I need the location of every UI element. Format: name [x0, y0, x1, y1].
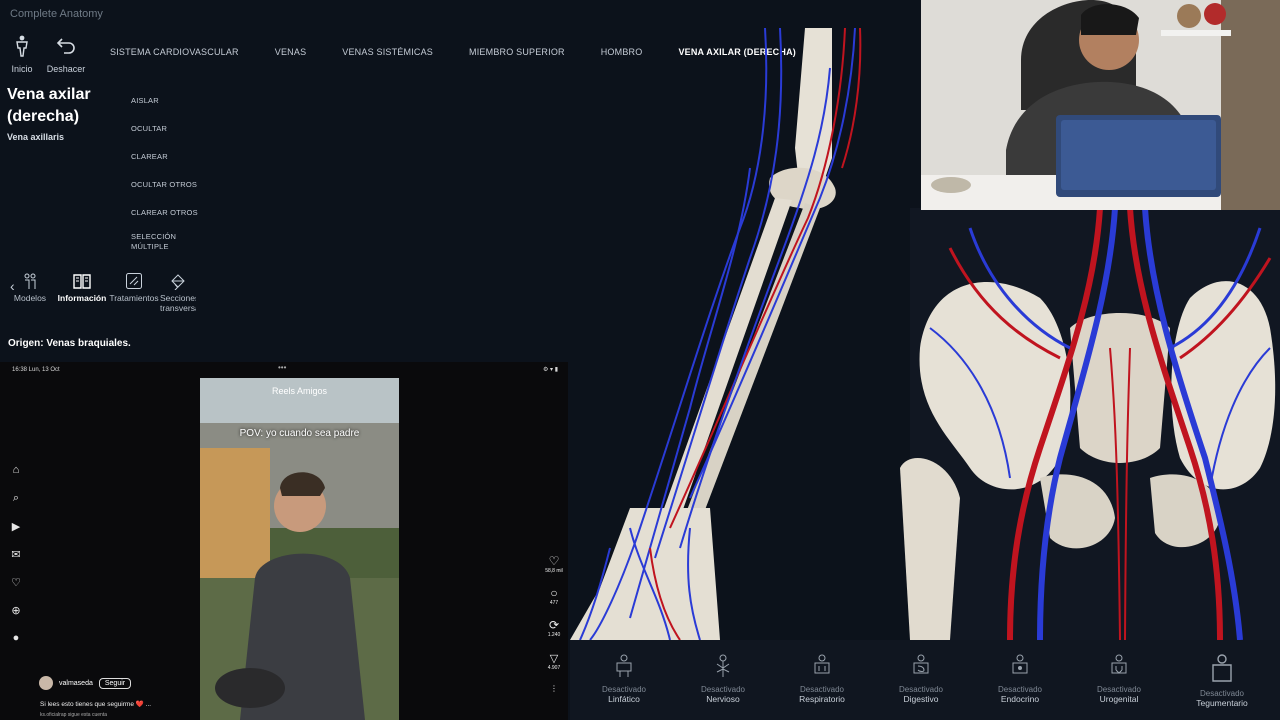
isolate-action[interactable]: AISLAR	[131, 96, 159, 105]
digestive-icon	[913, 654, 929, 674]
avatar[interactable]	[39, 676, 53, 690]
undo-button[interactable]: Deshacer	[41, 34, 91, 74]
home-label: Inicio	[11, 64, 33, 74]
undo-label: Deshacer	[46, 64, 86, 74]
endocrine-icon	[1012, 654, 1028, 674]
structure-latin-name: Vena axillaris	[7, 132, 65, 142]
system-nervous[interactable]: Desactivado Nervioso	[683, 654, 763, 704]
comment-icon: ○	[550, 586, 558, 600]
search-nav-icon[interactable]: ⌕	[8, 492, 24, 508]
repost-icon: ⟳	[548, 618, 560, 632]
respiratory-icon	[814, 654, 830, 674]
reel-follower-note: ks.oficialrap sigue esta cuenta	[40, 712, 107, 718]
fade-action[interactable]: CLAREAR	[131, 152, 168, 161]
phone-more-dots-icon[interactable]: •••	[278, 363, 286, 372]
system-endocrine[interactable]: Desactivado Endocrino	[980, 654, 1060, 704]
system-name: Respiratorio	[799, 694, 845, 704]
comments-count: 477	[549, 600, 559, 606]
reel-caption: POV: yo cuando sea padre	[239, 428, 360, 439]
tab-information[interactable]: Información	[56, 272, 108, 303]
system-name: Digestivo	[903, 694, 939, 704]
home-button[interactable]: Inicio	[0, 34, 47, 74]
lymphatic-icon	[616, 654, 632, 677]
like-button[interactable]: ♡ 58,8 mil	[543, 554, 565, 574]
tab-models[interactable]: Modelos	[12, 272, 48, 303]
heart-icon: ♡	[548, 554, 560, 568]
shares-count: 4.907	[547, 665, 561, 671]
likes-count: 58,8 mil	[545, 568, 563, 574]
system-name: Linfático	[608, 694, 640, 704]
tabs-next-chevron-icon[interactable]: ›	[174, 278, 179, 294]
breadcrumb-veins[interactable]: VENAS	[275, 47, 307, 57]
system-state: Desactivado	[1199, 689, 1245, 698]
right-ilium-bone	[1171, 281, 1276, 490]
tab-treatments[interactable]: Tratamientos	[108, 272, 160, 303]
home-nav-icon[interactable]: ⌂	[8, 464, 24, 480]
phone-screen-mirror: 16:38 Lun, 13 Oct ••• ⚙ ▾ ▮ ⌂ ⌕ ▶ ✉ ♡ ⊕ …	[0, 362, 568, 720]
system-digestive[interactable]: Desactivado Digestivo	[881, 654, 961, 704]
system-lymphatic[interactable]: Desactivado Linfático	[584, 654, 664, 704]
breadcrumb-upper-limb[interactable]: MIEMBRO SUPERIOR	[469, 47, 565, 57]
reel-username[interactable]: valmaseda	[59, 680, 93, 687]
fade-others-action[interactable]: CLAREAR OTROS	[131, 208, 198, 217]
reel-video[interactable]: Reels Amigos POV: yo cuando sea padre	[200, 378, 399, 720]
system-name: Urogenital	[1099, 694, 1139, 704]
system-state: Desactivado	[601, 685, 647, 694]
send-icon: ▽	[549, 653, 559, 665]
book-icon	[73, 274, 91, 289]
system-integumentary[interactable]: Desactivado Tegumentario	[1182, 654, 1262, 708]
undo-icon	[56, 38, 75, 54]
tab-models-label: Modelos	[13, 293, 47, 303]
share-button[interactable]: ▽ 4.907	[543, 652, 565, 671]
hide-others-action[interactable]: OCULTAR OTROS	[131, 180, 197, 189]
create-nav-icon[interactable]: ⊕	[8, 604, 24, 620]
human-figure-icon	[16, 35, 28, 57]
nervous-icon	[716, 654, 730, 677]
comment-button[interactable]: ○ 477	[543, 586, 565, 606]
system-name: Nervioso	[706, 694, 740, 704]
repost-button[interactable]: ⟳ 1.240	[543, 618, 565, 638]
system-name: Endocrino	[1000, 694, 1040, 704]
tab-treatments-label: Tratamientos	[109, 293, 159, 303]
webcam-overlay	[921, 0, 1280, 210]
reel-user-row: valmaseda Seguir	[39, 676, 132, 690]
urogenital-icon	[1111, 654, 1127, 674]
reel-description[interactable]: Si lees esto tienes que seguirme ❤️ ...	[40, 700, 151, 708]
system-state: Desactivado	[997, 685, 1043, 694]
left-femur-bone	[900, 458, 960, 640]
structure-origin: Origen: Venas braquiales.	[8, 338, 131, 349]
phone-status-icons: ⚙ ▾ ▮	[542, 367, 558, 373]
system-state: Desactivado	[799, 685, 845, 694]
hide-action[interactable]: OCULTAR	[131, 124, 167, 133]
phone-status-time: 16:38 Lun, 13 Oct	[12, 367, 60, 373]
reposts-count: 1.240	[547, 632, 561, 638]
messages-nav-icon[interactable]: ✉	[8, 548, 24, 564]
tab-information-label: Información	[57, 293, 107, 303]
webcam-person	[921, 0, 1280, 210]
models-icon	[24, 273, 36, 289]
heart-nav-icon[interactable]: ♡	[8, 576, 24, 592]
hand-bones	[570, 508, 720, 640]
reels-nav-icon[interactable]: ▶	[8, 520, 24, 536]
system-respiratory[interactable]: Desactivado Respiratorio	[782, 654, 862, 704]
system-state: Desactivado	[700, 685, 746, 694]
follow-button[interactable]: Seguir	[98, 677, 132, 689]
system-urogenital[interactable]: Desactivado Urogenital	[1079, 654, 1159, 704]
profile-nav-icon[interactable]: ●	[8, 632, 24, 648]
system-state: Desactivado	[898, 685, 944, 694]
treatment-icon	[126, 273, 142, 289]
structure-title: Vena axilar (derecha)	[7, 86, 91, 125]
multi-select-action[interactable]: SELECCIÓN MÚLTIPLE	[131, 232, 181, 252]
integumentary-icon	[1212, 654, 1232, 682]
ulna-bone	[662, 198, 792, 518]
breadcrumb-cardiovascular[interactable]: SISTEMA CARDIOVASCULAR	[110, 47, 239, 57]
app-title: Complete Anatomy	[10, 8, 103, 20]
reel-more-icon[interactable]: ⋮	[543, 684, 565, 693]
system-state: Desactivado	[1096, 685, 1142, 694]
systems-bar: Desactivado Linfático Desactivado Nervio…	[570, 640, 1280, 720]
tab-cross-sections-label: Secciones transversales	[160, 293, 196, 313]
system-name: Tegumentario	[1196, 698, 1248, 708]
reel-tabs[interactable]: Reels Amigos	[200, 386, 399, 396]
breadcrumb-systemic-veins[interactable]: VENAS SISTÉMICAS	[342, 47, 433, 57]
